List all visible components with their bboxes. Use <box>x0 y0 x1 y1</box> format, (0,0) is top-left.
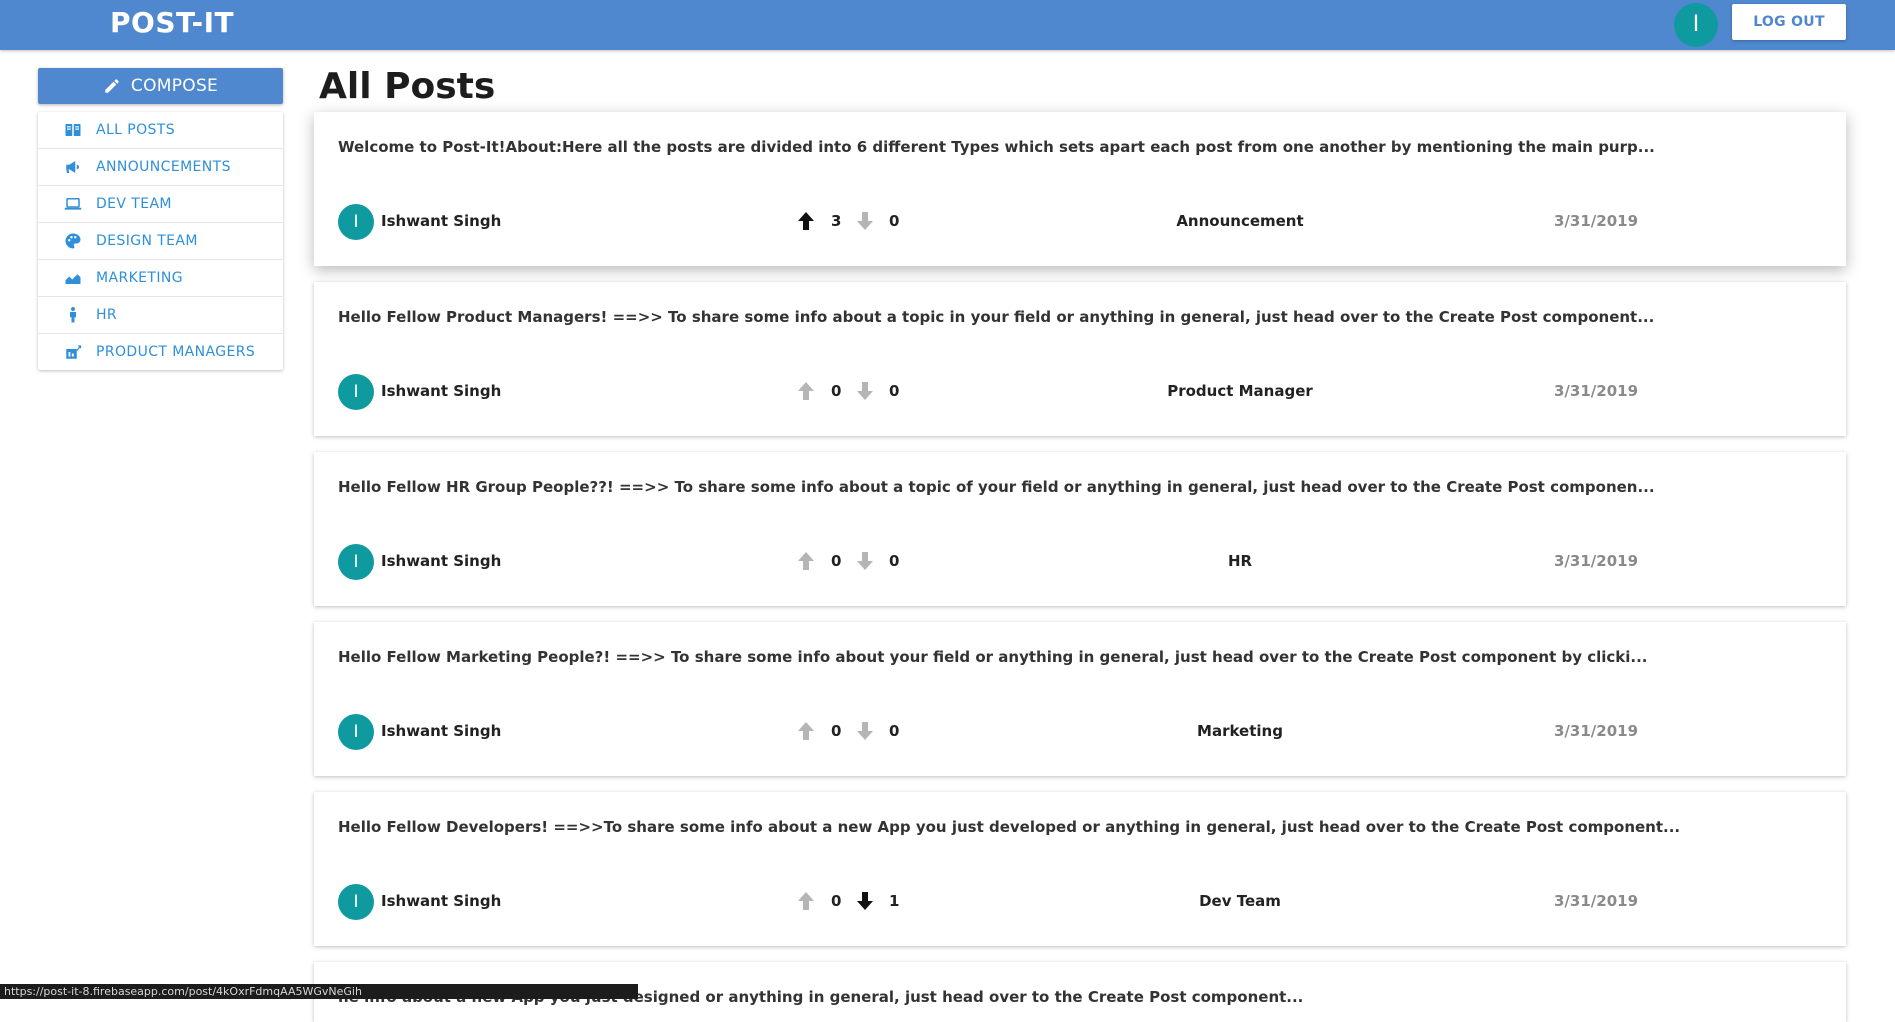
sidebar-item-announcements[interactable]: ANNOUNCEMENTS <box>38 149 283 186</box>
arrow-up-icon <box>798 552 814 570</box>
post-card[interactable]: Welcome to Post-It!About:Here all the po… <box>314 112 1846 266</box>
sidebar-item-label: ALL POSTS <box>96 122 176 138</box>
sidebar-item-marketing[interactable]: MARKETING <box>38 260 283 297</box>
avatar: I <box>338 374 374 410</box>
status-bar-url: https://post-it-8.firebaseapp.com/post/4… <box>0 984 638 999</box>
sidebar-item-label: HR <box>96 307 118 323</box>
downvote-button[interactable] <box>854 890 876 912</box>
post-card[interactable]: Hello Fellow Marketing People?! ==>> To … <box>314 622 1846 776</box>
post-card[interactable]: Hello Fellow HR Group People??! ==>> To … <box>314 452 1846 606</box>
arrow-down-icon <box>857 892 873 910</box>
upvote-count: 3 <box>831 212 842 230</box>
upvote-count: 0 <box>831 722 842 740</box>
sidebar-item-hr[interactable]: HR <box>38 297 283 334</box>
post-date: 3/31/2019 <box>1554 552 1639 570</box>
upvote-button[interactable] <box>795 720 817 742</box>
pencil-icon <box>105 79 119 93</box>
upvote-button[interactable] <box>795 380 817 402</box>
post-type: HR <box>1227 552 1253 570</box>
post-card[interactable]: Hello Fellow Product Managers! ==>> To s… <box>314 282 1846 436</box>
upvote-count: 0 <box>831 892 842 910</box>
post-card[interactable]: Hello Fellow Developers! ==>>To share so… <box>314 792 1846 946</box>
post-author: Ishwant Singh <box>381 552 502 570</box>
person-icon <box>64 306 82 324</box>
avatar: I <box>338 884 374 920</box>
compose-button[interactable]: COMPOSE <box>38 68 283 104</box>
upvote-count: 0 <box>831 552 842 570</box>
post-author: Ishwant Singh <box>381 212 502 230</box>
upvote-button[interactable] <box>795 210 817 232</box>
sidebar-item-label: DEV TEAM <box>96 196 172 212</box>
app-bar: POST-IT I LOG OUT <box>0 0 1895 50</box>
sidebar-item-dev-team[interactable]: DEV TEAM <box>38 186 283 223</box>
all-posts-icon <box>64 121 82 139</box>
downvote-button[interactable] <box>854 550 876 572</box>
post-type: Dev Team <box>1199 892 1281 910</box>
avatar: I <box>338 714 374 750</box>
post-date: 3/31/2019 <box>1554 382 1639 400</box>
downvote-button[interactable] <box>854 210 876 232</box>
post-date: 3/31/2019 <box>1554 212 1639 230</box>
product-icon <box>64 343 82 361</box>
user-avatar[interactable]: I <box>1674 3 1718 47</box>
post-text: Hello Fellow Developers! ==>>To share so… <box>338 818 1681 836</box>
downvote-count: 0 <box>889 212 900 230</box>
arrow-up-icon <box>798 382 814 400</box>
downvote-count: 0 <box>889 382 900 400</box>
post-text: Hello Fellow Marketing People?! ==>> To … <box>338 648 1648 666</box>
upvote-count: 0 <box>831 382 842 400</box>
post-list: Welcome to Post-It!About:Here all the po… <box>314 112 1846 962</box>
post-type: Marketing <box>1197 722 1283 740</box>
downvote-count: 1 <box>889 892 900 910</box>
chart-icon <box>64 269 82 287</box>
arrow-down-icon <box>857 212 873 230</box>
downvote-count: 0 <box>889 552 900 570</box>
logout-button[interactable]: LOG OUT <box>1732 4 1846 40</box>
sidebar-menu: ALL POSTS ANNOUNCEMENTS DEV TEAM DESIGN … <box>38 112 283 370</box>
arrow-up-icon <box>798 892 814 910</box>
post-author: Ishwant Singh <box>381 892 502 910</box>
arrow-down-icon <box>857 382 873 400</box>
brand-logo[interactable]: POST-IT <box>110 6 234 39</box>
upvote-button[interactable] <box>795 550 817 572</box>
post-date: 3/31/2019 <box>1554 722 1639 740</box>
palette-icon <box>64 232 82 250</box>
arrow-up-icon <box>798 212 814 230</box>
downvote-button[interactable] <box>854 380 876 402</box>
downvote-count: 0 <box>889 722 900 740</box>
post-type: Announcement <box>1176 212 1304 230</box>
page-title: All Posts <box>319 66 496 107</box>
sidebar-item-label: PRODUCT MANAGERS <box>96 344 256 360</box>
avatar: I <box>338 544 374 580</box>
sidebar-item-all-posts[interactable]: ALL POSTS <box>38 112 283 149</box>
sidebar-item-label: MARKETING <box>96 270 184 286</box>
post-author: Ishwant Singh <box>381 722 502 740</box>
post-text: Hello Fellow Product Managers! ==>> To s… <box>338 308 1655 326</box>
post-text: Welcome to Post-It!About:Here all the po… <box>338 138 1655 156</box>
arrow-down-icon <box>857 552 873 570</box>
avatar: I <box>338 204 374 240</box>
laptop-icon <box>64 195 82 213</box>
downvote-button[interactable] <box>854 720 876 742</box>
post-type: Product Manager <box>1167 382 1313 400</box>
sidebar-item-label: DESIGN TEAM <box>96 233 198 249</box>
sidebar-item-product-managers[interactable]: PRODUCT MANAGERS <box>38 334 283 370</box>
post-text: Hello Fellow HR Group People??! ==>> To … <box>338 478 1655 496</box>
upvote-button[interactable] <box>795 890 817 912</box>
post-author: Ishwant Singh <box>381 382 502 400</box>
post-date: 3/31/2019 <box>1554 892 1639 910</box>
sidebar-item-label: ANNOUNCEMENTS <box>96 159 231 175</box>
sidebar-item-design-team[interactable]: DESIGN TEAM <box>38 223 283 260</box>
arrow-up-icon <box>798 722 814 740</box>
arrow-down-icon <box>857 722 873 740</box>
compose-label: COMPOSE <box>130 76 219 96</box>
megaphone-icon <box>64 158 82 176</box>
